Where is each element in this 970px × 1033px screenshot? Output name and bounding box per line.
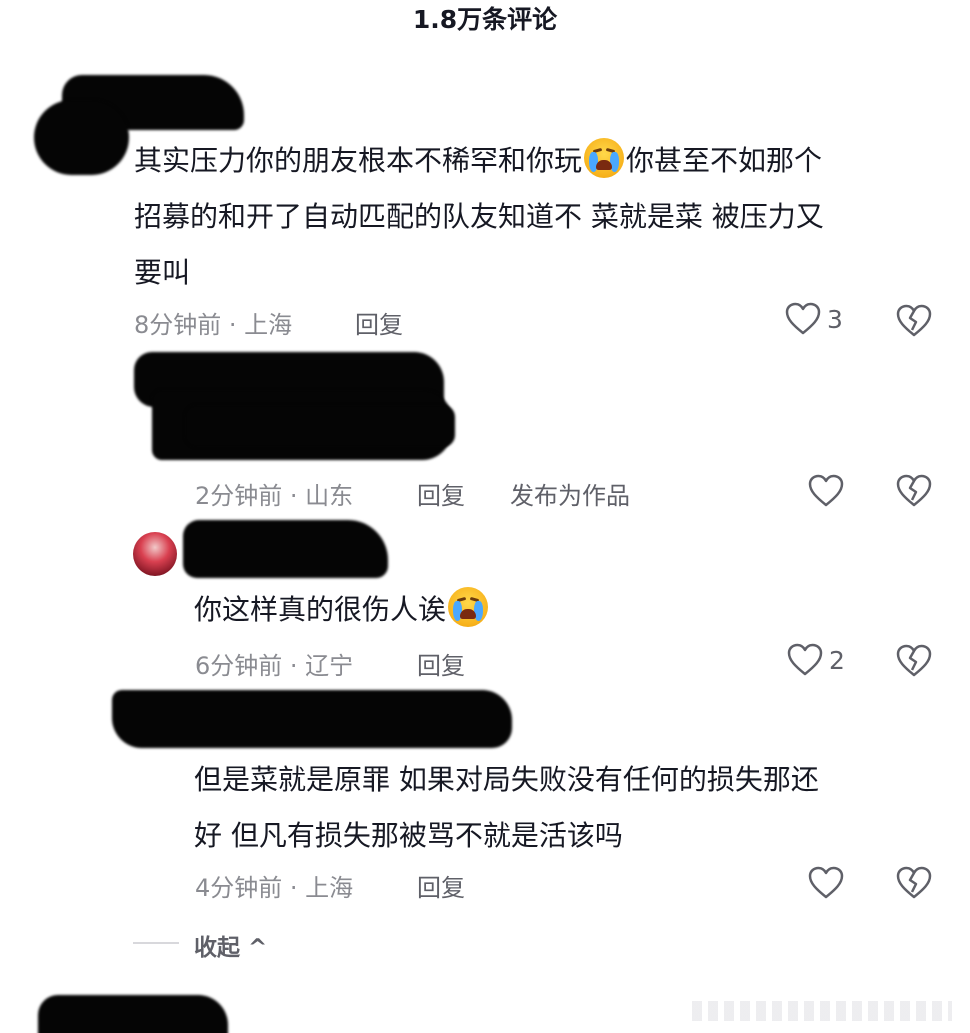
comment-time-location: 2分钟前 · 山东 [195,482,354,510]
comment-line: 其实压力你的朋友根本不稀罕和你玩 [134,144,583,177]
comments-panel: 1.8万条评论 其实压力你的朋友根本不稀罕和你玩 你甚至不如那个 招募的和开了自动… [0,0,970,1033]
avatar[interactable] [133,532,177,576]
comment-line: 要叫 [134,256,191,289]
comment-line: 招募的和开了自动匹配的队友知道不 菜就是菜 被压力又 [134,200,824,233]
reply-button[interactable]: 回复 [355,305,403,340]
comment-line: 但是菜就是原罪 如果对局失败没有任何的损失那还 [194,763,819,796]
reply-button[interactable]: 回复 [417,646,465,681]
collapse-divider [133,942,179,944]
comment-count-title: 1.8万条评论 [412,5,558,34]
comment-text: 但是菜就是原罪 如果对局失败没有任何的损失那还 好 但凡有损失那被骂不就是活该吗 [194,752,934,864]
redacted-username [112,690,512,748]
publish-as-work-button[interactable]: 发布为作品 [510,476,630,511]
reply-button[interactable]: 回复 [417,476,465,511]
heart-outline-icon[interactable] [808,474,844,508]
comment-line: 好 但凡有损失那被骂不就是活该吗 [194,819,623,852]
tears-of-joy-emoji-icon [584,138,625,178]
redacted-username [38,995,228,1033]
broken-heart-icon[interactable] [896,866,932,900]
comment-time-location: 6分钟前 · 辽宁 [195,652,354,680]
heart-outline-icon [787,643,823,676]
comment-text: 其实压力你的朋友根本不稀罕和你玩 你甚至不如那个 招募的和开了自动匹配的队友知道不… [134,133,934,301]
comment-time-location: 4分钟前 · 上海 [195,874,354,902]
loudly-crying-emoji-icon [448,587,489,627]
like-button[interactable]: 2 [787,643,845,677]
broken-heart-icon[interactable] [896,474,932,508]
collapse-replies-button[interactable]: 收起 ^ [194,928,267,962]
heart-outline-icon[interactable] [808,866,844,900]
comment-text: 你这样真的很伤人诶 [194,582,914,638]
reply-button[interactable]: 回复 [417,868,465,903]
like-button[interactable]: 3 [785,302,843,336]
watermark [692,1001,952,1021]
comment-time-location: 8分钟前 · 上海 [134,311,293,339]
broken-heart-icon[interactable] [896,644,932,678]
redacted-comment-block [185,405,455,447]
comment-line: 你这样真的很伤人诶 [194,593,447,626]
like-count: 3 [827,304,843,334]
redacted-username [183,520,388,578]
redacted-avatar [34,100,129,175]
like-count: 2 [829,645,845,675]
heart-outline-icon [785,302,821,335]
broken-heart-icon[interactable] [896,304,932,338]
comment-line: 你甚至不如那个 [626,144,823,177]
